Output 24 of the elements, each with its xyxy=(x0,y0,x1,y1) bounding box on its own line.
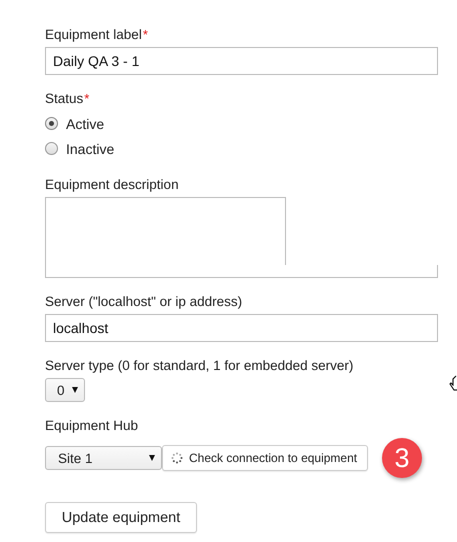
radio-label: Active xyxy=(66,116,104,132)
field-label: Equipment description xyxy=(45,177,179,192)
input-field[interactable] xyxy=(45,265,438,278)
text-area[interactable] xyxy=(45,197,286,265)
caret-icon xyxy=(72,387,78,393)
field-label: Status xyxy=(45,91,84,106)
step-badge: 3 xyxy=(382,438,422,478)
update-button[interactable]: Update equipment xyxy=(45,502,197,533)
required-mark: * xyxy=(142,27,148,42)
required-mark: * xyxy=(84,91,90,106)
radio-label: Inactive xyxy=(66,140,114,156)
field-label: Equipment Hub xyxy=(45,418,138,433)
input-field[interactable]: Daily QA 3 - 1 xyxy=(45,47,438,75)
spinner-icon xyxy=(171,452,183,464)
input-field[interactable]: localhost xyxy=(45,314,438,342)
radio-button[interactable] xyxy=(45,142,58,155)
radio-button[interactable] xyxy=(45,117,58,130)
select-dropdown[interactable]: Site 1 xyxy=(45,446,162,470)
field-label: Equipment label xyxy=(45,27,142,42)
caret-icon xyxy=(149,455,155,461)
field-label: Server type (0 for standard, 1 for embedded server) xyxy=(45,358,354,373)
select-dropdown[interactable]: 0 xyxy=(45,378,85,402)
field-label: Server ("localhost" or ip address) xyxy=(45,294,242,309)
check-connection-button[interactable]: Check connection to equipment xyxy=(162,445,368,471)
